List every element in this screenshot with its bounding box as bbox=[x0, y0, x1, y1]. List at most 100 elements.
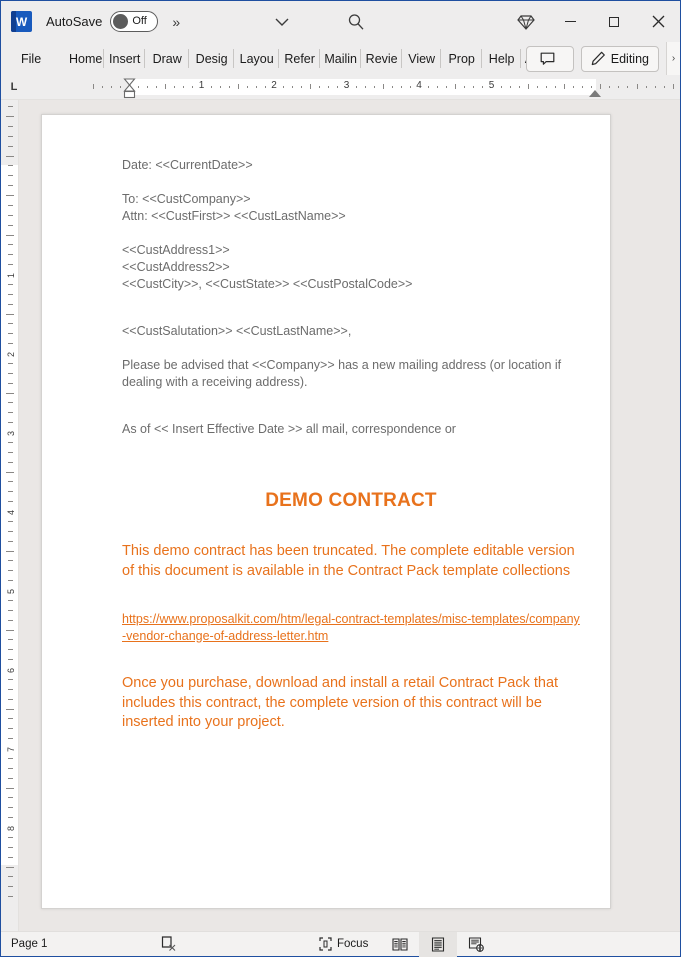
ruler-tick bbox=[582, 86, 584, 88]
diamond-icon[interactable] bbox=[504, 1, 548, 42]
ruler-tick bbox=[8, 461, 13, 463]
window-controls bbox=[504, 1, 680, 42]
page-number-status[interactable]: Page 1 bbox=[11, 938, 47, 950]
tab-file[interactable]: File bbox=[15, 42, 51, 75]
proofing-status-button[interactable] bbox=[161, 936, 178, 952]
ruler-tick bbox=[8, 530, 13, 532]
ruler-tick bbox=[518, 86, 520, 88]
ruler-tick bbox=[6, 471, 14, 473]
ruler-tick bbox=[8, 402, 13, 404]
vertical-ruler-text-area bbox=[1, 165, 18, 865]
ruler-tick bbox=[8, 333, 13, 335]
tab-home[interactable]: Home bbox=[67, 42, 105, 75]
ruler-tick bbox=[283, 86, 285, 88]
paragraph-salutation: <<CustSalutation>> <<CustLastName>>, bbox=[122, 324, 352, 338]
ruler-tick bbox=[545, 86, 547, 88]
paragraph-address2: <<CustAddress2>> bbox=[122, 260, 230, 274]
ruler-tick bbox=[8, 165, 13, 167]
tab-stop-selector[interactable]: L bbox=[1, 75, 27, 100]
ruler-tick bbox=[8, 856, 13, 858]
tab-mailings[interactable]: Mailin bbox=[320, 42, 362, 75]
right-indent-marker[interactable] bbox=[589, 90, 601, 97]
ruler-tick bbox=[246, 86, 248, 88]
tab-proposal-kit[interactable]: Prop bbox=[441, 42, 483, 75]
ruler-tick bbox=[228, 86, 230, 88]
tab-design[interactable]: Desig bbox=[189, 42, 235, 75]
paragraph-attn: Attn: <<CustFirst>> <<CustLastName>> bbox=[122, 209, 346, 223]
indent-markers[interactable] bbox=[123, 77, 136, 99]
ruler-tick bbox=[301, 86, 303, 88]
focus-mode-button[interactable]: Focus bbox=[319, 937, 368, 951]
editing-mode-button[interactable]: Editing bbox=[580, 45, 659, 72]
search-icon[interactable] bbox=[343, 9, 369, 35]
tab-view-label: View bbox=[408, 51, 436, 66]
ruler-tick bbox=[428, 86, 430, 88]
minimize-button[interactable] bbox=[548, 1, 592, 42]
view-print-layout-button[interactable] bbox=[419, 931, 457, 957]
page-content[interactable]: Date: <<CurrentDate>> To: <<CustCompany>… bbox=[122, 157, 580, 733]
ruler-tick bbox=[391, 86, 393, 88]
chevron-down-icon[interactable] bbox=[269, 9, 295, 35]
ruler-tick bbox=[119, 86, 121, 88]
view-read-mode-button[interactable] bbox=[381, 932, 419, 957]
ruler-tick bbox=[8, 688, 13, 690]
ruler-tick bbox=[8, 343, 13, 345]
ruler-tick bbox=[8, 372, 13, 374]
tab-insert[interactable]: Insert bbox=[104, 42, 146, 75]
ruler-tick bbox=[554, 86, 556, 88]
view-web-layout-button[interactable] bbox=[457, 932, 495, 957]
ruler-tick bbox=[255, 86, 257, 88]
vertical-ruler[interactable]: 1 2 3 4 5 6 7 8 bbox=[1, 100, 19, 931]
close-button[interactable] bbox=[636, 1, 680, 42]
paragraph-date: Date: <<CurrentDate>> bbox=[122, 158, 253, 172]
horizontal-ruler[interactable]: L 1 2 3 4 5 bbox=[1, 75, 680, 100]
document-page[interactable]: Date: <<CurrentDate>> To: <<CustCompany>… bbox=[41, 114, 611, 909]
autosave-label: AutoSave bbox=[46, 14, 103, 29]
ruler-tick bbox=[8, 540, 13, 542]
tab-help[interactable]: Help bbox=[482, 42, 522, 75]
ruler-tick bbox=[8, 777, 13, 779]
ruler-tick bbox=[564, 84, 565, 89]
ruler-tick bbox=[8, 491, 13, 493]
ruler-tick bbox=[527, 84, 529, 89]
ruler-number: 3 bbox=[6, 430, 16, 436]
demo-contract-heading: DEMO CONTRACT bbox=[265, 490, 437, 511]
tab-layout[interactable]: Layou bbox=[234, 42, 280, 75]
document-canvas[interactable]: Date: <<CurrentDate>> To: <<CustCompany>… bbox=[19, 100, 680, 931]
ribbon-overflow-button[interactable]: › bbox=[666, 42, 680, 75]
ruler-tick bbox=[618, 86, 620, 88]
tab-review[interactable]: Revie bbox=[361, 42, 403, 75]
ruler-tick bbox=[509, 86, 511, 88]
ruler-tick bbox=[328, 86, 330, 88]
tab-view[interactable]: View bbox=[402, 42, 442, 75]
ruler-tick bbox=[8, 659, 13, 661]
maximize-button[interactable] bbox=[592, 1, 636, 42]
ruler-tick bbox=[8, 106, 13, 108]
comments-button[interactable] bbox=[525, 45, 574, 72]
tab-draw[interactable]: Draw bbox=[145, 42, 190, 75]
ruler-tick bbox=[591, 86, 593, 88]
tab-help-label: Help bbox=[488, 51, 515, 66]
ruler-tick bbox=[8, 728, 13, 730]
word-app-icon[interactable]: W bbox=[11, 11, 32, 32]
ruler-tick bbox=[6, 155, 14, 157]
ruler-tick bbox=[8, 797, 13, 799]
comment-icon bbox=[540, 52, 555, 65]
paragraph-city-state-zip: <<CustCity>>, <<CustState>> <<CustPostal… bbox=[122, 277, 413, 291]
tab-references[interactable]: Refer bbox=[279, 42, 321, 75]
minimize-icon bbox=[564, 20, 576, 23]
paragraph-advised: Please be advised that <<Company>> has a… bbox=[122, 358, 562, 389]
autosave-toggle[interactable]: Off bbox=[110, 11, 159, 32]
ruler-tick bbox=[455, 84, 457, 89]
autosave-toggle-knob bbox=[113, 14, 129, 29]
ruler-tick bbox=[6, 866, 14, 868]
ruler-number: 7 bbox=[6, 746, 16, 752]
ruler-tick bbox=[663, 86, 665, 88]
ruler-tick bbox=[645, 86, 647, 88]
quick-access-more-button[interactable]: » bbox=[172, 14, 180, 30]
autosave-state-label: Off bbox=[132, 15, 147, 27]
template-url-link[interactable]: https://www.proposalkit.com/htm/legal-co… bbox=[122, 611, 580, 644]
